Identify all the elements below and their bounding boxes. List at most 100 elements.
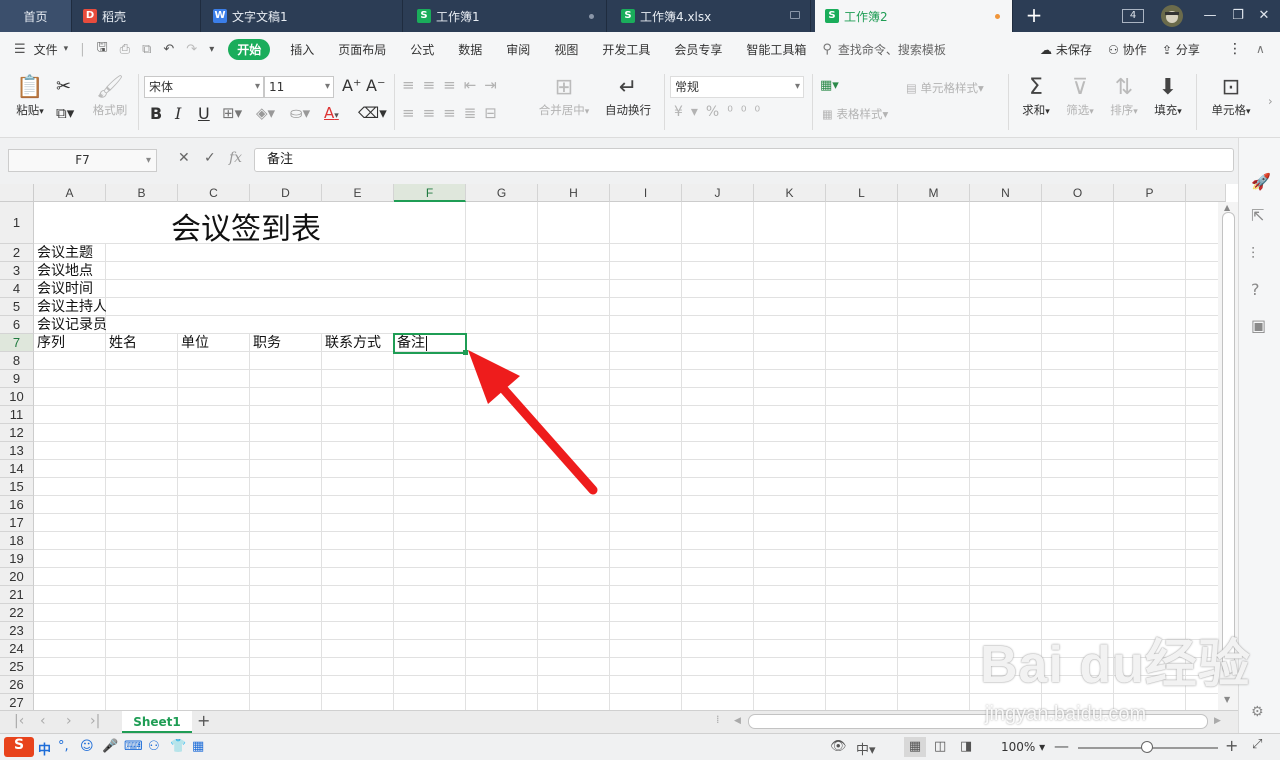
align-top-icons[interactable]: ≡≡≡⇤⇥ (402, 76, 505, 94)
row-header-4[interactable]: 4 (0, 280, 34, 298)
first-sheet-icon[interactable]: |‹ (14, 713, 24, 729)
row-header-14[interactable]: 14 (0, 460, 34, 478)
tab-workbook1[interactable]: S 工作簿1 (407, 0, 607, 32)
scroll-right-icon[interactable]: ▶ (1214, 716, 1221, 726)
minimize-button[interactable]: — (1200, 6, 1220, 26)
row-header-6[interactable]: 6 (0, 316, 34, 334)
undo-icon[interactable]: ↶ (163, 42, 174, 57)
ime-user-icon[interactable]: ⚇ (148, 739, 160, 754)
zoom-slider-thumb[interactable] (1141, 741, 1153, 753)
column-header-g[interactable]: G (466, 184, 538, 202)
row-header-16[interactable]: 16 (0, 496, 34, 514)
ribbon-scroll-right-icon[interactable]: › (1268, 94, 1273, 108)
name-box[interactable]: F7 (8, 149, 157, 172)
table-style-button[interactable]: ▦ 表格样式▾ (822, 106, 888, 122)
label-cell[interactable]: 会议时间 (34, 280, 106, 298)
row-header-19[interactable]: 19 (0, 550, 34, 568)
ime-skin-icon[interactable]: 👕 (170, 739, 186, 754)
tab-view[interactable]: 视图 (554, 41, 578, 58)
label-cell[interactable]: 会议主题 (34, 244, 106, 262)
header-cell[interactable]: 序列 (34, 334, 65, 352)
font-size-select[interactable]: 11 (264, 76, 334, 98)
row-header-26[interactable]: 26 (0, 676, 34, 694)
column-header-d[interactable]: D (250, 184, 322, 202)
fill-handle[interactable] (463, 350, 468, 355)
tab-review[interactable]: 审阅 (506, 41, 530, 58)
row-header-15[interactable]: 15 (0, 478, 34, 496)
tab-home[interactable]: 首页 (0, 0, 72, 32)
ime-punctuation-icon[interactable]: °, (58, 739, 69, 754)
column-header-p[interactable]: P (1114, 184, 1186, 202)
page-break-view-icon[interactable]: ◨ (960, 739, 972, 754)
formula-input[interactable]: 备注 (254, 148, 1234, 172)
column-header-m[interactable]: M (898, 184, 970, 202)
title-cell[interactable]: 会议签到表 (168, 204, 321, 248)
row-header-3[interactable]: 3 (0, 262, 34, 280)
backup-icon[interactable]: ▣ (1251, 316, 1266, 335)
column-header-o[interactable]: O (1042, 184, 1114, 202)
zoom-in-icon[interactable]: + (1225, 736, 1238, 755)
filter-button[interactable]: ⊽ 筛选▾ (1062, 74, 1098, 118)
settings-icon[interactable]: ⚙ (1251, 704, 1264, 720)
filter-panel-icon[interactable]: ⫶ (1251, 244, 1255, 264)
close-button[interactable]: ✕ (1254, 6, 1274, 26)
confirm-icon[interactable]: ✓ (204, 150, 216, 166)
insert-function-icon[interactable]: fx (229, 150, 242, 166)
column-header-n[interactable]: N (970, 184, 1042, 202)
number-format-select[interactable]: 常规 (670, 76, 804, 98)
border-icon[interactable]: ⊞▾ (222, 104, 242, 122)
add-sheet-button[interactable]: + (197, 711, 210, 730)
column-header-f[interactable]: F (394, 184, 466, 202)
collapse-ribbon-icon[interactable]: ∧ (1256, 42, 1265, 56)
eye-protection-icon[interactable]: 👁 (830, 739, 847, 754)
row-header-11[interactable]: 11 (0, 406, 34, 424)
column-header-partial[interactable] (1186, 184, 1226, 202)
row-header-21[interactable]: 21 (0, 586, 34, 604)
scroll-up-icon[interactable]: ▲ (1224, 203, 1230, 212)
tab-data[interactable]: 数据 (458, 41, 482, 58)
italic-button[interactable]: I (175, 104, 181, 123)
tab-workbook2[interactable]: S 工作簿2 (815, 0, 1013, 32)
save-icon[interactable]: 🖫 (97, 38, 108, 60)
hamburger-icon[interactable]: ☰ (14, 42, 26, 57)
command-search[interactable]: 查找命令、搜索模板 (838, 41, 946, 58)
font-color-icon[interactable]: A▾ (324, 104, 339, 122)
increase-font-icon[interactable]: A⁺ (342, 76, 361, 95)
tab-formulas[interactable]: 公式 (410, 41, 434, 58)
cancel-icon[interactable]: ✕ (178, 150, 190, 166)
tab-home-ribbon[interactable]: 开始 (228, 38, 271, 60)
rocket-icon[interactable]: 🚀 (1251, 172, 1271, 191)
active-cell-border[interactable] (393, 333, 467, 354)
paste-button[interactable]: 📋 粘贴▾ (12, 74, 48, 118)
vertical-scroll-thumb[interactable] (1222, 212, 1235, 674)
tab-workbook4[interactable]: S 工作簿4.xlsx (611, 0, 811, 32)
input-method-logo-icon[interactable]: S (4, 737, 34, 757)
column-header-a[interactable]: A (34, 184, 106, 202)
file-menu[interactable]: 文件 (34, 41, 58, 58)
header-cell[interactable]: 单位 (178, 334, 209, 352)
avatar[interactable] (1160, 4, 1184, 27)
unsaved-button[interactable]: ☁ 未保存 (1040, 41, 1092, 58)
fill-button[interactable]: ⬇ 填充▾ (1150, 74, 1186, 118)
label-cell[interactable]: 会议记录员 (34, 316, 106, 334)
row-header-24[interactable]: 24 (0, 640, 34, 658)
tab-smart-tools[interactable]: 智能工具箱 (746, 41, 806, 58)
row-header-2[interactable]: 2 (0, 244, 34, 262)
next-sheet-icon[interactable]: › (66, 713, 72, 729)
column-header-h[interactable]: H (538, 184, 610, 202)
row-header-9[interactable]: 9 (0, 370, 34, 388)
chevron-down-icon[interactable]: ▾ (64, 44, 69, 54)
tab-developer[interactable]: 开发工具 (602, 41, 650, 58)
copy-icon[interactable]: ⧉▾ (56, 104, 74, 122)
row-header-10[interactable]: 10 (0, 388, 34, 406)
fullscreen-icon[interactable]: ⤢ (1252, 737, 1262, 752)
format-painter-button[interactable]: 🖌 格式刷 (88, 74, 132, 118)
tab-member[interactable]: 会员专享 (674, 41, 722, 58)
normal-view-icon[interactable]: ▦ (904, 737, 926, 757)
label-cell[interactable]: 会议地点 (34, 262, 106, 280)
row-header-5[interactable]: 5 (0, 298, 34, 316)
ime-chinese-icon[interactable]: 中 (38, 739, 51, 758)
language-icon[interactable]: 中▾ (856, 739, 876, 758)
conditional-format-icon[interactable]: ▦▾ (820, 78, 839, 93)
window-count-button[interactable]: 4 (1122, 9, 1144, 23)
